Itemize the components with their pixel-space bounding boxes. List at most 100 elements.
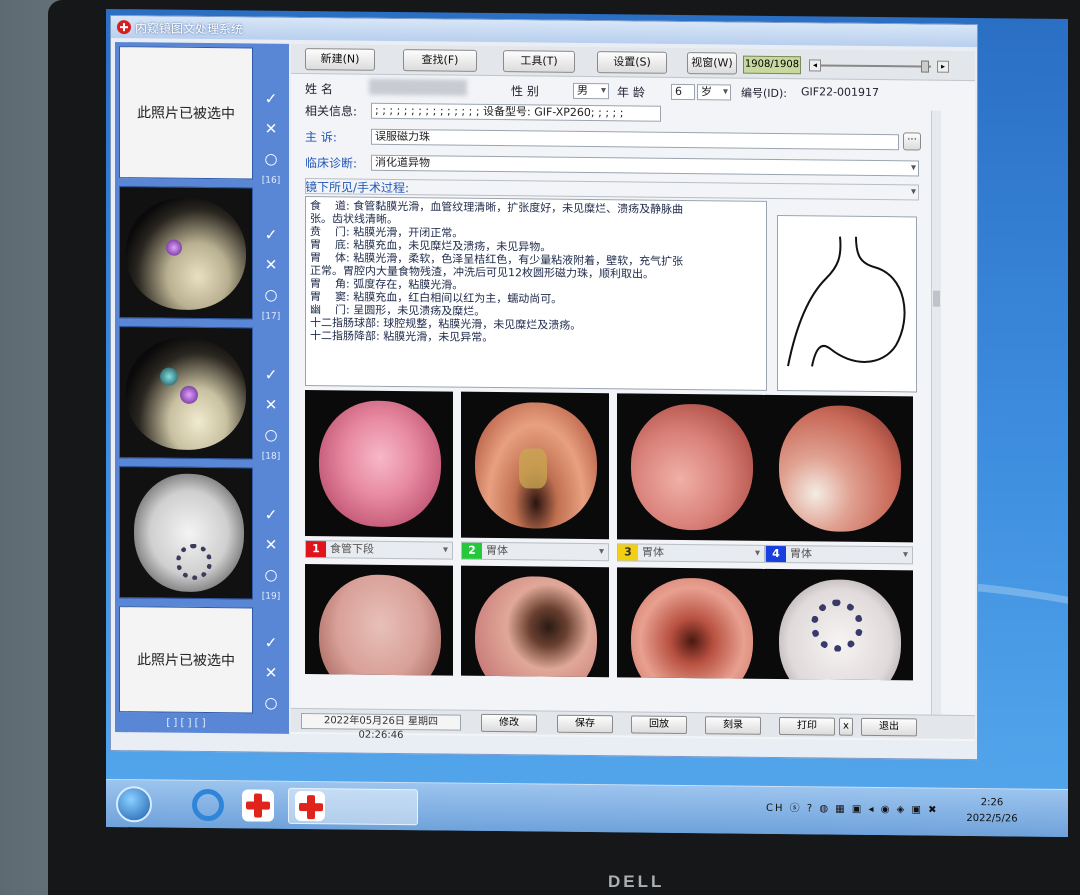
- desktop-screen: 内窥镜图文处理系统 此照片已被选中 ✓ ✕ ○ [16] ✓ ✕ ○ [17]: [106, 8, 1068, 838]
- image-caption-2[interactable]: 2 胃体: [461, 541, 609, 562]
- taskbar-app-active[interactable]: [288, 787, 418, 826]
- check-icon[interactable]: ✓: [259, 628, 283, 658]
- magnet-bead-icon: [180, 385, 198, 404]
- age-unit-select[interactable]: 岁: [697, 84, 731, 101]
- thumbnail-controls: ✓ ✕ ○ [18]: [259, 360, 283, 464]
- endoscopy-image-5[interactable]: [305, 564, 453, 676]
- thumbnail-selected-label: 此照片已被选中: [137, 652, 235, 670]
- gender-select[interactable]: 男: [573, 82, 609, 100]
- new-button[interactable]: 新建(N): [305, 48, 375, 71]
- circle-icon[interactable]: ○: [259, 144, 283, 174]
- datetime-display: 2022年05月26日 星期四 02:26:46: [301, 713, 461, 741]
- thumbnail-controls: ✓ ✕ ○ [19]: [259, 500, 283, 604]
- window-title: 内窥镜图文处理系统: [135, 20, 244, 36]
- endoscopy-image-2[interactable]: [461, 391, 609, 540]
- thumbnail-selected-label: 此照片已被选中: [137, 105, 235, 123]
- findings-textarea[interactable]: 食 道: 食管黏膜光滑，血管纹理清晰，扩张度好，未见糜烂、溃疡及静脉曲 张。齿状…: [305, 196, 767, 391]
- id-value: GIF22-001917: [801, 85, 880, 100]
- thumbnail-image-2[interactable]: [119, 186, 253, 320]
- stomach-diagram[interactable]: [777, 214, 917, 393]
- endoscopy-image-8[interactable]: [765, 568, 913, 681]
- circle-icon[interactable]: ○: [259, 688, 283, 718]
- close-small-button[interactable]: x: [839, 717, 853, 736]
- circle-icon[interactable]: ○: [259, 280, 283, 310]
- delete-icon[interactable]: ✕: [259, 114, 283, 144]
- thumbnail-image-4[interactable]: [119, 466, 253, 600]
- print-button[interactable]: 打印: [779, 717, 835, 736]
- endoscope-image: [126, 197, 246, 311]
- endoscopy-image-1[interactable]: [305, 390, 453, 538]
- endoscope-image: [319, 400, 441, 528]
- ie-icon[interactable]: [192, 788, 224, 822]
- status-bar: 2022年05月26日 星期四 02:26:46 修改 保存 回放 刻录 打印 …: [291, 707, 975, 741]
- delete-icon[interactable]: ✕: [259, 530, 283, 560]
- search-button[interactable]: 查找(F): [403, 49, 477, 72]
- monitor-brand-logo: DELL: [608, 872, 665, 891]
- settings-button[interactable]: 设置(S): [597, 51, 667, 74]
- thumbnail-selected-5[interactable]: 此照片已被选中: [119, 606, 253, 714]
- next-arrow-icon[interactable]: ▸: [937, 60, 949, 73]
- playback-button[interactable]: 回放: [631, 715, 687, 735]
- image-location: 胃体: [486, 543, 508, 558]
- thumbnail-panel: 此照片已被选中 ✓ ✕ ○ [16] ✓ ✕ ○ [17] ✓ ✕ ○ [18]…: [115, 42, 289, 734]
- thumbnail-image-3[interactable]: [119, 326, 253, 460]
- vertical-scrollbar[interactable]: [931, 110, 941, 731]
- slider-thumb[interactable]: [921, 60, 929, 73]
- save-button[interactable]: 保存: [557, 714, 613, 734]
- magnet-ring-icon: [811, 599, 863, 652]
- diagnosis-label: 临床诊断:: [305, 156, 358, 171]
- complaint-label: 主 诉:: [305, 130, 337, 145]
- check-icon[interactable]: ✓: [259, 360, 283, 390]
- clock-time: 2:26: [980, 797, 1004, 809]
- toolbar: 新建(N) 查找(F) 工具(T) 设置(S) 视窗(W) 1908/1908 …: [291, 43, 975, 82]
- thumbnail-number: [19]: [261, 591, 281, 602]
- thumbnail-number: [16]: [261, 175, 281, 186]
- delete-icon[interactable]: ✕: [259, 250, 283, 280]
- taskbar: CH ⓢ ? ◍ ▦ ▣ ◂ ◉ ◈ ▣ ✖ 2:26 2022/5/26: [106, 778, 1068, 838]
- more-icon[interactable]: ···: [903, 132, 921, 151]
- burn-button[interactable]: 刻录: [705, 716, 761, 735]
- thumbnail-controls: ✓ ✕ ○: [259, 628, 283, 718]
- image-caption-3[interactable]: 3 胃体: [617, 543, 765, 563]
- clock-date: 2022/5/26: [966, 812, 1018, 825]
- record-slider[interactable]: ◂ ▸: [809, 59, 959, 73]
- thumbnail-controls: ✓ ✕ ○ [17]: [259, 220, 283, 324]
- thumbnail-number: [17]: [261, 311, 281, 322]
- endoscopy-image-6[interactable]: [461, 565, 609, 678]
- circle-icon[interactable]: ○: [259, 420, 283, 450]
- delete-icon[interactable]: ✕: [259, 390, 283, 420]
- prev-arrow-icon[interactable]: ◂: [809, 59, 821, 72]
- thumbnail-controls: ✓ ✕ ○ [16]: [259, 84, 283, 188]
- circle-icon[interactable]: ○: [259, 560, 283, 590]
- view-button[interactable]: 视窗(W): [687, 52, 737, 75]
- endoscopy-image-3[interactable]: [617, 393, 765, 541]
- check-icon[interactable]: ✓: [259, 84, 283, 114]
- edit-button[interactable]: 修改: [481, 713, 537, 733]
- magnet-ring-icon: [176, 543, 212, 581]
- image-location: 食管下段: [330, 542, 374, 556]
- endoscopy-image-7[interactable]: [617, 567, 765, 679]
- thumbnail-selected-1[interactable]: 此照片已被选中: [119, 46, 253, 180]
- delete-icon[interactable]: ✕: [259, 658, 283, 688]
- magnet-bead-icon: [160, 367, 178, 386]
- check-icon[interactable]: ✓: [259, 500, 283, 530]
- exit-button[interactable]: 退出: [861, 717, 917, 737]
- clock[interactable]: 2:26 2022/5/26: [962, 795, 1022, 828]
- image-caption-4[interactable]: 4 胃体: [765, 544, 913, 565]
- diagnosis-select[interactable]: 消化道异物: [371, 154, 919, 177]
- endoscopy-image-4[interactable]: [765, 394, 913, 543]
- medical-cross-icon[interactable]: [242, 789, 274, 822]
- image-caption-1[interactable]: 1 食管下段: [305, 540, 453, 560]
- age-field[interactable]: 6: [671, 83, 695, 101]
- magnet-bead-icon: [166, 239, 182, 256]
- start-button[interactable]: [116, 786, 152, 823]
- complaint-field[interactable]: 误服磁力珠: [371, 128, 899, 151]
- tools-button[interactable]: 工具(T): [503, 50, 575, 73]
- medical-cross-icon: [295, 790, 325, 822]
- name-label: 姓 名: [305, 82, 333, 97]
- info-field[interactable]: ; ; ; ; ; ; ; ; ; ; ; ; ; ; ; 设备型号: GIF-…: [371, 102, 661, 122]
- endoscope-image: [631, 577, 753, 679]
- check-icon[interactable]: ✓: [259, 220, 283, 250]
- system-tray[interactable]: CH ⓢ ? ◍ ▦ ▣ ◂ ◉ ◈ ▣ ✖: [766, 799, 938, 816]
- image-location: 胃体: [642, 545, 664, 559]
